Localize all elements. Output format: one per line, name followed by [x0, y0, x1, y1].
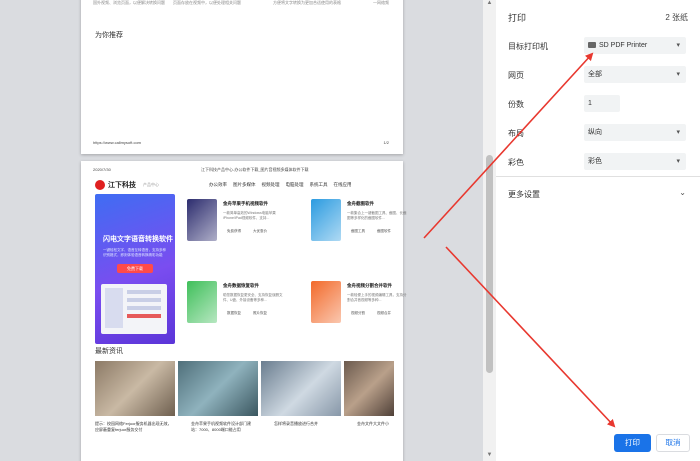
product-description: 一款简单高效的Windows电脑苹果iPhone/iPad视频软件，支持... [223, 211, 276, 220]
pages-select[interactable]: 全部 ▾ [584, 66, 686, 83]
page-top-text: 页面存放在视频中，以便处理相关问题 [173, 0, 241, 5]
product-link: 截图工具 [351, 229, 365, 233]
chevron-down-icon: ▾ [676, 42, 680, 49]
page-url: https://www.callmysoft.com [93, 140, 142, 145]
cancel-button[interactable]: 取消 [656, 434, 690, 452]
panel-title: 打印 [508, 13, 527, 23]
logo-subtitle: 产品中心 [143, 182, 159, 187]
layout-value: 纵向 [588, 129, 602, 136]
news-thumbnail [178, 361, 258, 416]
site-logo: 江下科技 产品中心 [95, 180, 159, 190]
news-caption: 金舟文件大文件小 [357, 421, 389, 426]
product-box-image [311, 281, 341, 323]
news-thumbnail [261, 361, 341, 416]
layout-label: 布局 [508, 129, 524, 138]
destination-value: SD PDF Printer [599, 42, 648, 49]
news-caption: 怎样将录音播放进行合并 [274, 421, 318, 426]
banner-download-button: 免费下载 [117, 264, 153, 273]
news-caption: 金舟苹果手机视频软件设计部门建站：7000、8000端口能占用 [191, 421, 251, 432]
nav-item: 视频处理 [261, 182, 280, 187]
sheet-count: 2 张纸 [665, 13, 688, 22]
banner-description: 一键轻松文字、语音互转语音，支持多种识别格式，即刻体验语音转换精彩功能 [103, 248, 166, 257]
nav-item: 办公效率 [209, 182, 227, 187]
nav-item: 电脑处理 [285, 182, 304, 187]
page-top-text: 方便将文字转换为更加合适使用的表格 [273, 0, 341, 5]
nav-item: 图片多媒体 [233, 182, 256, 187]
news-caption: 提示：校园网络Ferjuor服务机器出现无效，应屏蔽重复ferjuor服务交付 [95, 421, 172, 432]
product-description: 一款集合上一键截图工具、截图、长截图等多样化的截图软件... [347, 211, 407, 220]
product-card: 金舟截图软件 一款集合上一键截图工具、截图、长截图等多样化的截图软件... 截图… [309, 195, 417, 255]
product-link: 大优惠价 [253, 229, 267, 233]
color-value: 彩色 [588, 158, 602, 165]
product-box-image [187, 199, 217, 241]
scroll-down-icon[interactable]: ▼ [486, 452, 493, 458]
product-description: 一款轻便上手的视频编辑工具，支持分割合并音视频等多种... [347, 293, 407, 302]
divider [496, 176, 700, 177]
chevron-down-icon: ▾ [676, 71, 680, 78]
copies-value: 1 [588, 100, 592, 107]
product-name: 金舟截图软件 [347, 201, 374, 206]
color-select[interactable]: 彩色 ▾ [584, 153, 686, 170]
chevron-down-icon: ▾ [676, 129, 680, 136]
product-name: 金舟数据恢复软件 [223, 283, 259, 288]
pages-value: 全部 [588, 71, 602, 78]
nav-item: 系统工具 [309, 182, 328, 187]
product-link: 照片恢复 [253, 311, 267, 315]
print-preview-area: 国外视频、浏览页面，以便解决转换问题 页面存放在视频中，以便处理相关问题 方便将… [0, 0, 483, 461]
product-box-image [311, 199, 341, 241]
page-top-text: 一网络频 [373, 0, 389, 5]
copies-label: 份数 [508, 100, 524, 109]
product-link: 视频分割 [351, 311, 365, 315]
logo-mark-icon [95, 180, 105, 190]
preview-page-2: 2020/7/30 江下科技产品中心-办公软件下载_图片音视频多媒体软件下载 江… [81, 161, 407, 461]
logo-name: 江下科技 [108, 182, 136, 189]
recommend-heading: 为你推荐 [95, 32, 123, 39]
product-box-image [187, 281, 217, 323]
product-card: 金舟视频分割合并软件 一款轻便上手的视频编辑工具，支持分割合并音视频等多种...… [309, 277, 417, 337]
color-label: 彩色 [508, 158, 524, 167]
product-card: 金舟数据恢复软件 助您数据恢复更安全、支持恢复误删文件、U盘、外接设备等多种..… [185, 277, 293, 337]
pages-label: 网页 [508, 71, 524, 80]
scrollbar-thumb[interactable] [486, 155, 493, 373]
page-number: 1/2 [383, 140, 389, 145]
promo-banner: 闪电文字语音转换软件 一键轻松文字、语音互转语音，支持多种识别格式，即刻体验语音… [95, 194, 175, 344]
product-link: 视频合并 [377, 311, 391, 315]
page-header-title: 江下科技产品中心-办公软件下载_图片音视频多媒体软件下载 [201, 167, 309, 172]
nav-item: 在线应用 [333, 182, 352, 187]
preview-page-1: 国外视频、浏览页面，以便解决转换问题 页面存放在视频中，以便处理相关问题 方便将… [81, 0, 403, 154]
destination-select[interactable]: SD PDF Printer ▾ [584, 37, 686, 54]
product-link: 数据恢复 [227, 311, 241, 315]
product-link: 截图软件 [377, 229, 391, 233]
news-heading: 最新资讯 [95, 348, 123, 355]
scroll-up-icon[interactable]: ▲ [486, 0, 493, 6]
more-settings-toggle[interactable]: 更多设置 [508, 189, 540, 200]
site-nav: 办公效率 图片多媒体 视频处理 电脑处理 系统工具 在线应用 [209, 182, 352, 188]
chevron-down-icon: ▾ [676, 158, 680, 165]
copies-input[interactable]: 1 [584, 95, 620, 112]
banner-app-screenshot [101, 284, 167, 334]
layout-select[interactable]: 纵向 ▾ [584, 124, 686, 141]
product-card: 金舟苹果手机视频软件 一款简单高效的Windows电脑苹果iPhone/iPad… [185, 195, 293, 255]
printer-icon [588, 42, 596, 48]
product-name: 金舟苹果手机视频软件 [223, 201, 268, 206]
banner-title: 闪电文字语音转换软件 [103, 236, 173, 243]
chevron-down-icon[interactable]: ⌄ [679, 188, 686, 197]
page-date: 2020/7/30 [93, 167, 111, 172]
destination-label: 目标打印机 [508, 42, 548, 51]
product-link: 免费获得 [227, 229, 241, 233]
news-thumbnail [344, 361, 394, 416]
print-settings-panel: 打印 2 张纸 目标打印机 SD PDF Printer ▾ 网页 全部 ▾ 份… [496, 0, 700, 461]
news-thumbnail [95, 361, 175, 416]
product-name: 金舟视频分割合并软件 [347, 283, 392, 288]
page-top-text: 国外视频、浏览页面，以便解决转换问题 [93, 0, 165, 5]
product-description: 助您数据恢复更安全、支持恢复误删文件、U盘、外接设备等多种... [223, 293, 283, 302]
print-button[interactable]: 打印 [614, 434, 651, 452]
